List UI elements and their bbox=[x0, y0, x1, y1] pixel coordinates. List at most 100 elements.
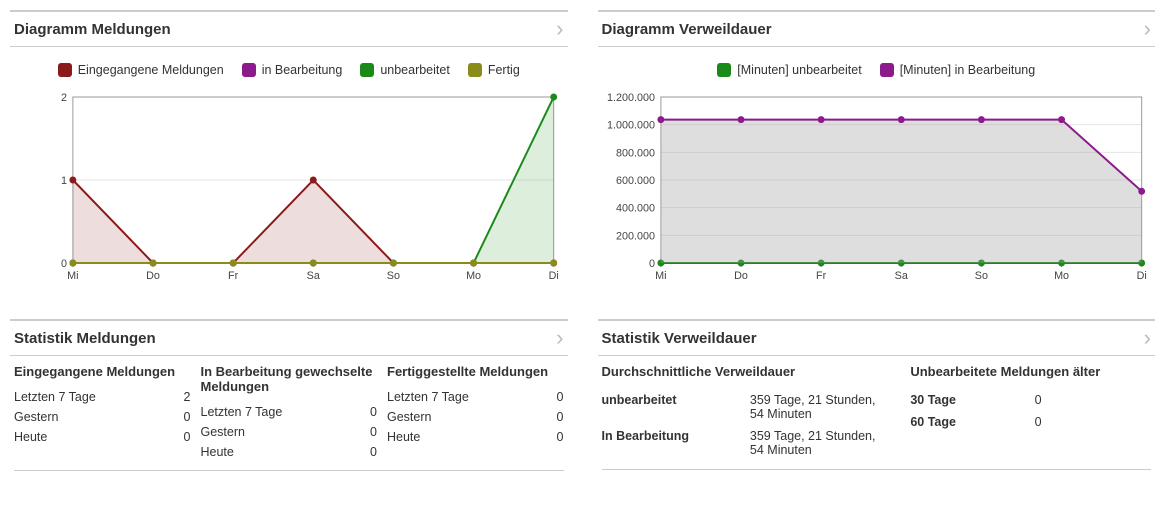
stat-row: Letzten 7 Tage 0 bbox=[201, 402, 378, 422]
legend-item[interactable]: [Minuten] unbearbeitet bbox=[717, 63, 861, 77]
legend-swatch bbox=[880, 63, 894, 77]
chevron-right-icon[interactable]: › bbox=[556, 18, 563, 40]
stat-label: 60 Tage bbox=[910, 415, 1026, 429]
panel-stat-verweildauer: Statistik Verweildauer › Durchschnittlic… bbox=[598, 319, 1156, 483]
stats-column: Fertiggestellte Meldungen Letzten 7 Tage 0… bbox=[387, 364, 564, 462]
stat-value: 0 bbox=[370, 405, 377, 419]
panel-chart-meldungen: Diagramm Meldungen › Eingegangene Meldun… bbox=[10, 10, 568, 299]
svg-text:Sa: Sa bbox=[307, 270, 321, 282]
legend-label: Eingegangene Meldungen bbox=[78, 63, 224, 77]
legend-swatch bbox=[717, 63, 731, 77]
stat-row: Heute 0 bbox=[14, 427, 191, 447]
svg-text:Mi: Mi bbox=[655, 270, 666, 282]
meldungen-chart: 0 1 2 Mi Do Fr Sa So Mo Di bbox=[14, 87, 564, 287]
stat-value: 0 bbox=[370, 425, 377, 439]
stat-row: Gestern 0 bbox=[387, 407, 564, 427]
svg-text:Do: Do bbox=[146, 270, 160, 282]
chart-legend: [Minuten] unbearbeitet [Minuten] in Bearb… bbox=[602, 63, 1152, 77]
col-heading: Durchschnittliche Verweildauer bbox=[602, 364, 891, 379]
stat-row: Letzten 7 Tage 2 bbox=[14, 387, 191, 407]
stat-label: In Bearbeitung bbox=[602, 429, 742, 457]
verweildauer-chart: 0200.000400.000600.000800.0001.000.0001.… bbox=[602, 87, 1152, 287]
legend-item[interactable]: unbearbeitet bbox=[360, 63, 450, 77]
svg-text:So: So bbox=[387, 270, 400, 282]
svg-text:200.000: 200.000 bbox=[616, 230, 655, 242]
panel-chart-verweildauer: Diagramm Verweildauer › [Minuten] unbear… bbox=[598, 10, 1156, 299]
stat-label: Gestern bbox=[201, 425, 245, 439]
chevron-right-icon[interactable]: › bbox=[1144, 18, 1151, 40]
meldungen-stats-grid: Eingegangene MeldungenLetzten 7 Tage2Ges… bbox=[14, 364, 564, 471]
legend-label: [Minuten] unbearbeitet bbox=[737, 63, 861, 77]
svg-text:So: So bbox=[974, 270, 987, 282]
col-heading: Unbearbeitete Meldungen älter bbox=[910, 364, 1151, 379]
panel-stat-meldungen: Statistik Meldungen › Eingegangene Meldu… bbox=[10, 319, 568, 483]
stat-row: Heute 0 bbox=[201, 442, 378, 462]
svg-text:Mo: Mo bbox=[466, 270, 481, 282]
col-heading: Fertiggestellte Meldungen bbox=[387, 364, 564, 379]
legend-swatch bbox=[58, 63, 72, 77]
stats-column: Eingegangene MeldungenLetzten 7 Tage2Ges… bbox=[14, 364, 191, 462]
stat-label: Heute bbox=[201, 445, 234, 459]
svg-text:800.000: 800.000 bbox=[616, 147, 655, 159]
legend-item[interactable]: [Minuten] in Bearbeitung bbox=[880, 63, 1036, 77]
panel-title: Statistik Verweildauer bbox=[602, 330, 757, 347]
svg-text:2: 2 bbox=[61, 92, 67, 104]
legend-label: Fertig bbox=[488, 63, 520, 77]
svg-text:1.000.000: 1.000.000 bbox=[607, 120, 655, 132]
stat-label: unbearbeitet bbox=[602, 393, 742, 421]
legend-swatch bbox=[468, 63, 482, 77]
stat-row: In Bearbeitung 359 Tage, 21 Stunden, 54 M… bbox=[602, 425, 891, 461]
panel-title: Statistik Meldungen bbox=[14, 330, 156, 347]
stat-label: 30 Tage bbox=[910, 393, 1026, 407]
svg-text:1: 1 bbox=[61, 175, 67, 187]
stat-label: Heute bbox=[14, 430, 47, 444]
panel-title: Diagramm Meldungen bbox=[14, 21, 171, 38]
svg-text:Di: Di bbox=[1136, 270, 1146, 282]
svg-text:Mo: Mo bbox=[1054, 270, 1069, 282]
chevron-right-icon[interactable]: › bbox=[556, 327, 563, 349]
avg-duration-col: Durchschnittliche Verweildauer unbearbei… bbox=[602, 364, 891, 461]
stat-value: 359 Tage, 21 Stunden, 54 Minuten bbox=[750, 429, 890, 457]
stat-label: Heute bbox=[387, 430, 420, 444]
legend-item[interactable]: in Bearbeitung bbox=[242, 63, 343, 77]
legend-item[interactable]: Eingegangene Meldungen bbox=[58, 63, 224, 77]
stat-label: Letzten 7 Tage bbox=[387, 390, 469, 404]
svg-text:Fr: Fr bbox=[228, 270, 239, 282]
stat-label: Letzten 7 Tage bbox=[201, 405, 283, 419]
stat-value: 2 bbox=[184, 390, 191, 404]
panel-title: Diagramm Verweildauer bbox=[602, 21, 772, 38]
stat-value: 0 bbox=[1035, 393, 1151, 407]
stat-value: 0 bbox=[1035, 415, 1151, 429]
chart-legend: Eingegangene Meldungen in Bearbeitung unbe… bbox=[14, 63, 564, 77]
stat-label: Gestern bbox=[14, 410, 58, 424]
stat-value: 0 bbox=[370, 445, 377, 459]
svg-text:Do: Do bbox=[734, 270, 748, 282]
legend-label: unbearbeitet bbox=[380, 63, 450, 77]
stat-value: 0 bbox=[184, 430, 191, 444]
legend-label: in Bearbeitung bbox=[262, 63, 343, 77]
stat-row: unbearbeitet 359 Tage, 21 Stunden, 54 Min… bbox=[602, 389, 891, 425]
svg-text:Di: Di bbox=[549, 270, 559, 282]
svg-text:1.200.000: 1.200.000 bbox=[607, 92, 655, 104]
verweildauer-stats-grid: Durchschnittliche Verweildauer unbearbei… bbox=[602, 364, 1152, 470]
stat-value: 0 bbox=[184, 410, 191, 424]
stat-value: 359 Tage, 21 Stunden, 54 Minuten bbox=[750, 393, 890, 421]
legend-item[interactable]: Fertig bbox=[468, 63, 520, 77]
svg-text:0: 0 bbox=[61, 258, 67, 270]
legend-label: [Minuten] in Bearbeitung bbox=[900, 63, 1036, 77]
stat-row: Gestern 0 bbox=[14, 407, 191, 427]
stat-value: 0 bbox=[557, 390, 564, 404]
stats-column: In Bearbeitung gewechselte Meldungen Letz… bbox=[201, 364, 378, 462]
stat-label: Gestern bbox=[387, 410, 431, 424]
svg-text:0: 0 bbox=[648, 258, 654, 270]
col-heading: In Bearbeitung gewechselte Meldungen bbox=[201, 364, 378, 394]
chevron-right-icon[interactable]: › bbox=[1144, 327, 1151, 349]
stat-row: Heute0 bbox=[387, 427, 564, 447]
older-than-col: Unbearbeitete Meldungen älter 30 Tage060… bbox=[910, 364, 1151, 461]
stat-row: 60 Tage 0 bbox=[910, 411, 1151, 433]
svg-text:Mi: Mi bbox=[67, 270, 78, 282]
svg-text:400.000: 400.000 bbox=[616, 203, 655, 215]
svg-text:Sa: Sa bbox=[894, 270, 908, 282]
stat-value: 0 bbox=[557, 410, 564, 424]
stat-label: Letzten 7 Tage bbox=[14, 390, 96, 404]
